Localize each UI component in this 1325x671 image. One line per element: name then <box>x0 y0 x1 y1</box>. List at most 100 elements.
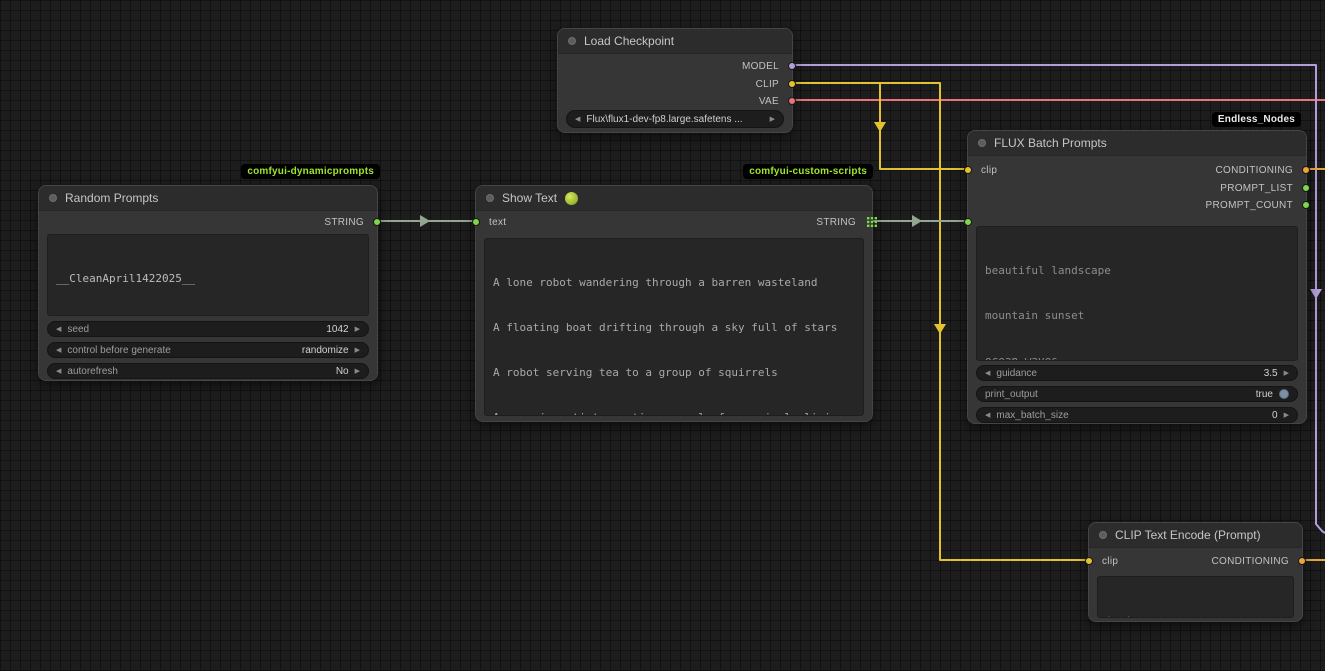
text-line: A lone robot wandering through a barren … <box>493 275 855 290</box>
left-arrow-icon[interactable]: ◀ <box>575 115 580 123</box>
link-model-arrow-icon <box>1310 289 1322 299</box>
left-arrow-icon[interactable]: ◀ <box>985 369 990 377</box>
right-arrow-icon[interactable]: ▶ <box>355 367 360 375</box>
text-line: A floating boat drifting through a sky f… <box>493 320 855 335</box>
string-slot-dot[interactable] <box>964 218 972 226</box>
string-slot-dot[interactable] <box>373 218 381 226</box>
node-title: Load Checkpoint <box>584 34 674 48</box>
widget-seed[interactable]: ◀ seed 1042 ▶ <box>47 321 369 337</box>
output-slot-conditioning[interactable]: CONDITIONING <box>1216 163 1307 177</box>
node-flux-batch-prompts[interactable]: FLUX Batch Prompts clip CONDITIONING PRO… <box>967 130 1307 424</box>
node-title-bar[interactable]: FLUX Batch Prompts <box>968 131 1306 156</box>
node-random-prompts[interactable]: Random Prompts STRING __CleanApril142202… <box>38 185 378 381</box>
right-arrow-icon[interactable]: ▶ <box>1284 411 1289 419</box>
string-slot-dot[interactable] <box>1302 184 1310 192</box>
node-title: Show Text <box>502 191 557 205</box>
model-slot-dot[interactable] <box>788 62 796 70</box>
clip-slot-dot[interactable] <box>788 80 796 88</box>
node-title-bar[interactable]: Show Text <box>476 186 872 211</box>
flux-prompts-textarea[interactable]: beautiful landscape mountain sunset ocea… <box>976 226 1298 361</box>
slot-label: clip <box>1102 556 1118 567</box>
widget-value: No <box>336 366 349 377</box>
node-badge-endless-nodes: Endless_Nodes <box>1212 112 1301 127</box>
slot-label: STRING <box>816 217 856 228</box>
string-grid-icon[interactable] <box>867 217 877 227</box>
slot-label: CONDITIONING <box>1216 165 1294 176</box>
slot-label: CLIP <box>756 79 779 90</box>
widget-name: control before generate <box>67 345 170 356</box>
text-line: A robot serving tea to a group of squirr… <box>493 365 855 380</box>
ckpt-name-combo[interactable]: ◀ Flux\flux1-dev-fp8.large.safetens ... … <box>566 110 784 128</box>
input-slot-clip[interactable]: clip <box>1089 554 1118 568</box>
widget-max-batch-size[interactable]: ◀ max_batch_size 0 ▶ <box>976 407 1298 423</box>
right-arrow-icon[interactable]: ▶ <box>770 115 775 123</box>
collapse-dot-icon[interactable] <box>1099 531 1107 539</box>
right-arrow-icon[interactable]: ▶ <box>1284 369 1289 377</box>
clip-slot-dot[interactable] <box>964 166 972 174</box>
collapse-dot-icon[interactable] <box>568 37 576 45</box>
input-slot-clip[interactable]: clip <box>968 163 997 177</box>
link-clip-flux-arrow-icon <box>874 122 886 132</box>
vae-slot-dot[interactable] <box>788 97 796 105</box>
collapse-dot-icon[interactable] <box>486 194 494 202</box>
widget-guidance[interactable]: ◀ guidance 3.5 ▶ <box>976 365 1298 381</box>
widget-value: 1042 <box>326 324 348 335</box>
string-slot-dot[interactable] <box>1302 201 1310 209</box>
output-slot-string[interactable]: STRING <box>324 215 377 229</box>
left-arrow-icon[interactable]: ◀ <box>56 325 61 333</box>
output-slot-conditioning[interactable]: CONDITIONING <box>1212 554 1303 568</box>
text-line: beautiful landscape <box>985 263 1289 278</box>
slot-label: text <box>489 217 506 228</box>
text-line: A ceramic artist creating vessels for ma… <box>493 410 855 416</box>
collapse-dot-icon[interactable] <box>978 139 986 147</box>
output-slot-prompt-count[interactable]: PROMPT_COUNT <box>1206 198 1307 212</box>
slot-label: VAE <box>759 96 779 107</box>
input-slot-text[interactable]: text <box>476 215 506 229</box>
slot-label: PROMPT_LIST <box>1220 183 1293 194</box>
clip-slot-dot[interactable] <box>1085 557 1093 565</box>
toggle-icon[interactable] <box>1279 389 1289 399</box>
node-load-checkpoint[interactable]: Load Checkpoint MODEL CLIP VAE ◀ Flux\fl… <box>557 28 793 133</box>
snake-icon <box>565 192 578 205</box>
output-slot-model[interactable]: MODEL <box>742 59 792 73</box>
text-line: mountain sunset <box>985 308 1289 323</box>
left-arrow-icon[interactable]: ◀ <box>56 367 61 375</box>
widget-control-before-generate[interactable]: ◀ control before generate randomize ▶ <box>47 342 369 358</box>
link-clip-encode-arrow-icon <box>934 324 946 334</box>
widget-value: true <box>1256 389 1273 400</box>
right-arrow-icon[interactable]: ▶ <box>355 346 360 354</box>
node-title-bar[interactable]: Load Checkpoint <box>558 29 792 54</box>
random-prompts-textarea[interactable]: __CleanApril1422025__ __CleanApril142202… <box>47 234 369 316</box>
node-badge-dynamicprompts: comfyui-dynamicprompts <box>241 164 380 179</box>
show-text-textarea[interactable]: A lone robot wandering through a barren … <box>484 238 864 416</box>
output-slot-prompt-list[interactable]: PROMPT_LIST <box>1220 181 1306 195</box>
right-arrow-icon[interactable]: ▶ <box>355 325 360 333</box>
slot-label: clip <box>981 165 997 176</box>
ckpt-name-value: Flux\flux1-dev-fp8.large.safetens ... <box>586 114 763 125</box>
node-graph-canvas[interactable]: comfyui-dynamicprompts comfyui-custom-sc… <box>0 0 1325 671</box>
clip-encode-textarea[interactable]: text <box>1097 576 1294 618</box>
node-show-text[interactable]: Show Text text STRING A lone robot wande… <box>475 185 873 422</box>
widget-print-output[interactable]: print_output true <box>976 386 1298 402</box>
output-slot-vae[interactable]: VAE <box>759 94 792 108</box>
conditioning-slot-dot[interactable] <box>1298 557 1306 565</box>
string-slot-dot[interactable] <box>472 218 480 226</box>
output-slot-string[interactable]: STRING <box>816 215 872 229</box>
widget-value: randomize <box>302 345 349 356</box>
collapse-dot-icon[interactable] <box>49 194 57 202</box>
conditioning-slot-dot[interactable] <box>1302 166 1310 174</box>
output-slot-clip[interactable]: CLIP <box>756 77 792 91</box>
left-arrow-icon[interactable]: ◀ <box>985 411 990 419</box>
text-line: __CleanApril1422025__ <box>56 271 360 286</box>
node-title: FLUX Batch Prompts <box>994 136 1107 150</box>
link-string-1-arrow-icon <box>420 215 430 227</box>
widget-value: 0 <box>1272 410 1278 421</box>
node-title-bar[interactable]: CLIP Text Encode (Prompt) <box>1089 523 1302 548</box>
node-title-bar[interactable]: Random Prompts <box>39 186 377 211</box>
text-line: ocean waves <box>985 353 1289 361</box>
node-clip-text-encode[interactable]: CLIP Text Encode (Prompt) clip CONDITION… <box>1088 522 1303 622</box>
left-arrow-icon[interactable]: ◀ <box>56 346 61 354</box>
widget-name: print_output <box>985 389 1038 400</box>
slot-label: PROMPT_COUNT <box>1206 200 1294 211</box>
widget-autorefresh[interactable]: ◀ autorefresh No ▶ <box>47 363 369 379</box>
